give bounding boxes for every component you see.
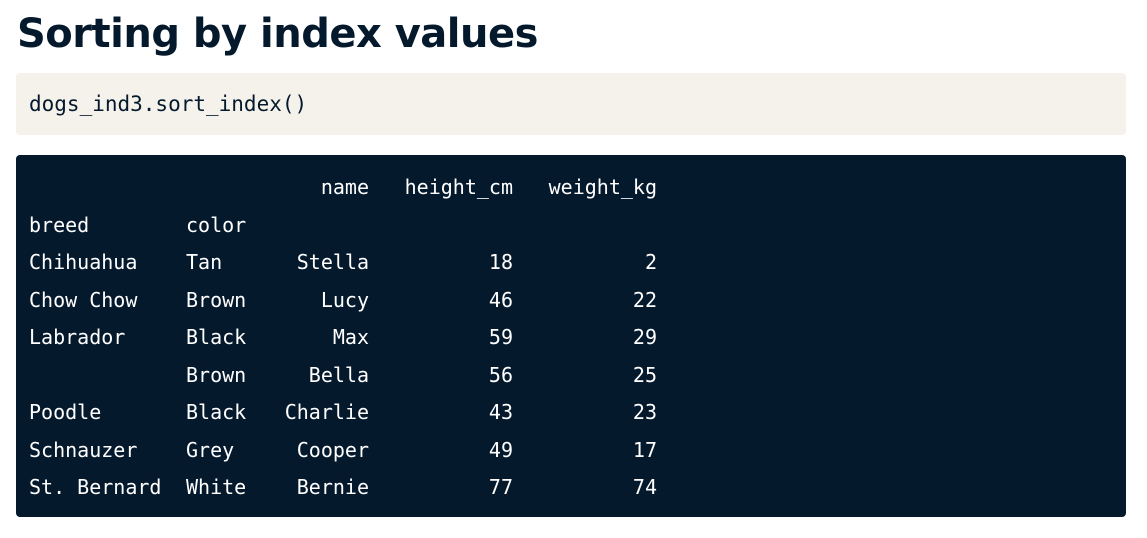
table-row: Poodle Black Charlie 43 23 [29,394,657,432]
cell-height: 18 [488,250,513,274]
cell-color: Brown [186,362,247,387]
cell-breed: Chihuahua [29,250,138,274]
cell-height: 59 [488,325,513,349]
cell-name: Stella [296,250,369,274]
table-row: Schnauzer Grey Cooper 49 17 [29,432,657,470]
cell-weight: 29 [632,325,657,349]
cell-color: Brown [186,287,247,312]
cell-weight: 74 [632,475,657,499]
index-header-row: breed color [29,207,657,245]
table-row: Brown Bella 56 25 [29,357,657,395]
cell-color: White [186,475,247,499]
cell-breed [29,357,186,395]
column-header-weight: weight_kg [548,175,657,199]
cell-height: 49 [488,437,513,462]
column-header-name: name [320,175,369,199]
cell-weight: 25 [632,362,657,387]
cell-height: 46 [488,287,513,312]
cell-color: Tan [186,250,223,274]
table-row: Chihuahua Tan Stella 18 2 [29,244,657,282]
table-row: St. Bernard White Bernie 77 74 [29,469,657,507]
cell-height: 77 [488,475,513,499]
cell-breed: St. Bernard [29,475,162,499]
cell-color: Black [186,325,247,349]
cell-breed: Labrador [29,325,126,349]
cell-name: Bernie [296,475,369,499]
table-row: Chow Chow Brown Lucy 46 22 [29,282,657,320]
header-spacer-color [186,169,266,207]
cell-name: Cooper [296,437,369,462]
slide: Sorting by index values dogs_ind3.sort_i… [0,0,1147,538]
column-header-height: height_cm [404,175,513,199]
cell-weight: 2 [644,250,657,274]
index-name-breed: breed [29,212,90,237]
column-header-row: name height_cm weight_kg [29,169,657,207]
index-header-spacer [513,207,657,245]
cell-name: Bella [308,362,369,387]
cell-weight: 22 [632,287,657,312]
cell-breed: Schnauzer [29,437,138,462]
cell-weight: 23 [632,400,657,424]
cell-height: 43 [488,400,513,424]
slide-title: Sorting by index values [17,11,538,57]
cell-name: Charlie [284,400,369,424]
output-block: name height_cm weight_kg breed color Chi… [16,155,1126,517]
code-text: dogs_ind3.sort_index() [29,92,308,116]
cell-height: 56 [488,362,513,387]
index-header-spacer [369,207,513,245]
cell-breed: Chow Chow [29,287,138,312]
dataframe-output: name height_cm weight_kg breed color Chi… [29,169,657,507]
index-name-color: color [186,212,247,237]
cell-breed: Poodle [29,400,102,424]
index-header-spacer [266,207,369,245]
cell-weight: 17 [632,437,657,462]
cell-name: Lucy [320,287,369,312]
cell-color: Grey [186,437,235,462]
code-block: dogs_ind3.sort_index() [16,73,1126,135]
header-spacer-breed [29,169,186,207]
table-row: Labrador Black Max 59 29 [29,319,657,357]
cell-name: Max [332,325,369,349]
cell-color: Black [186,400,247,424]
